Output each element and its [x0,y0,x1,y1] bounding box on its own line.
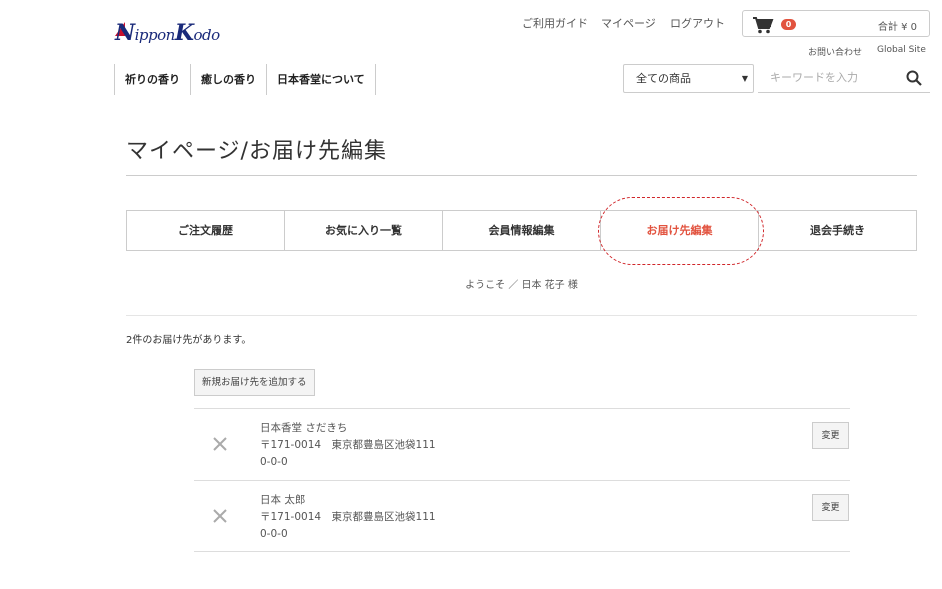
tab-favorites[interactable]: お気に入り一覧 [284,211,442,250]
global-site-link[interactable]: Global Site [877,45,926,55]
category-select[interactable]: 全ての商品 ▼ [623,64,754,93]
welcome-divider [126,315,917,316]
add-address-button[interactable]: 新規お届け先を追加する [194,369,315,396]
address-row: 日本香堂 さだきち 〒171-0014 東京都豊島区池袋111 0-0-0 変更 [194,408,850,480]
contact-link[interactable]: お問い合わせ [808,45,862,58]
welcome-message: ようこそ ／ 日本 花子 様 [465,280,578,291]
search-icon[interactable] [906,70,922,86]
delete-icon[interactable] [212,436,228,452]
tab-withdraw[interactable]: 退会手続き [758,211,916,250]
category-select-value: 全ての商品 [636,72,691,85]
main-nav: 祈りの香り 癒しの香り 日本香堂について [114,64,376,95]
page-title: マイページ/お届け先編集 [126,139,387,164]
address-detail: 0-0-0 [260,456,288,468]
address-row: 日本 太郎 〒171-0014 東京都豊島区池袋111 0-0-0 変更 [194,480,850,552]
search-input[interactable] [758,64,888,91]
edit-address-button[interactable]: 変更 [812,494,849,521]
guide-link[interactable]: ご利用ガイド [522,15,588,31]
delete-icon[interactable] [212,508,228,524]
address-postal: 〒171-0014 東京都豊島区池袋111 [260,511,436,523]
tab-member-info[interactable]: 会員情報編集 [442,211,600,250]
title-divider [126,175,917,176]
search-box [758,64,930,93]
mypage-tabs: ご注文履歴 お気に入り一覧 会員情報編集 お届け先編集 退会手続き [126,210,917,251]
address-count: 2件のお届け先があります。 [126,335,252,346]
nippon-kodo-logo[interactable]: NipponKodo [115,14,220,46]
tab-order-history[interactable]: ご注文履歴 [127,211,284,250]
address-name: 日本香堂 さだきち [260,422,348,434]
cart-count-badge: 0 [781,19,796,30]
address-info: 日本香堂 さだきち 〒171-0014 東京都豊島区池袋111 0-0-0 [260,420,436,471]
cart-total: 合計 ¥ 0 [877,22,917,33]
nav-item-about[interactable]: 日本香堂について [266,64,376,95]
active-tab-highlight [598,197,764,265]
address-name: 日本 太郎 [260,494,306,506]
logout-link[interactable]: ログアウト [670,15,725,31]
edit-address-button[interactable]: 変更 [812,422,849,449]
chevron-down-icon: ▼ [741,74,748,83]
logo-text: NipponKodo [115,20,220,46]
nav-item-prayer[interactable]: 祈りの香り [114,64,190,95]
address-postal: 〒171-0014 東京都豊島区池袋111 [260,439,436,451]
address-detail: 0-0-0 [260,528,288,540]
cart-button[interactable]: 0 合計 ¥ 0 [742,10,930,37]
cart-icon [753,17,774,34]
mypage-link[interactable]: マイページ [601,15,656,31]
address-info: 日本 太郎 〒171-0014 東京都豊島区池袋111 0-0-0 [260,492,436,543]
address-list: 日本香堂 さだきち 〒171-0014 東京都豊島区池袋111 0-0-0 変更… [194,408,850,552]
nav-item-healing[interactable]: 癒しの香り [190,64,266,95]
